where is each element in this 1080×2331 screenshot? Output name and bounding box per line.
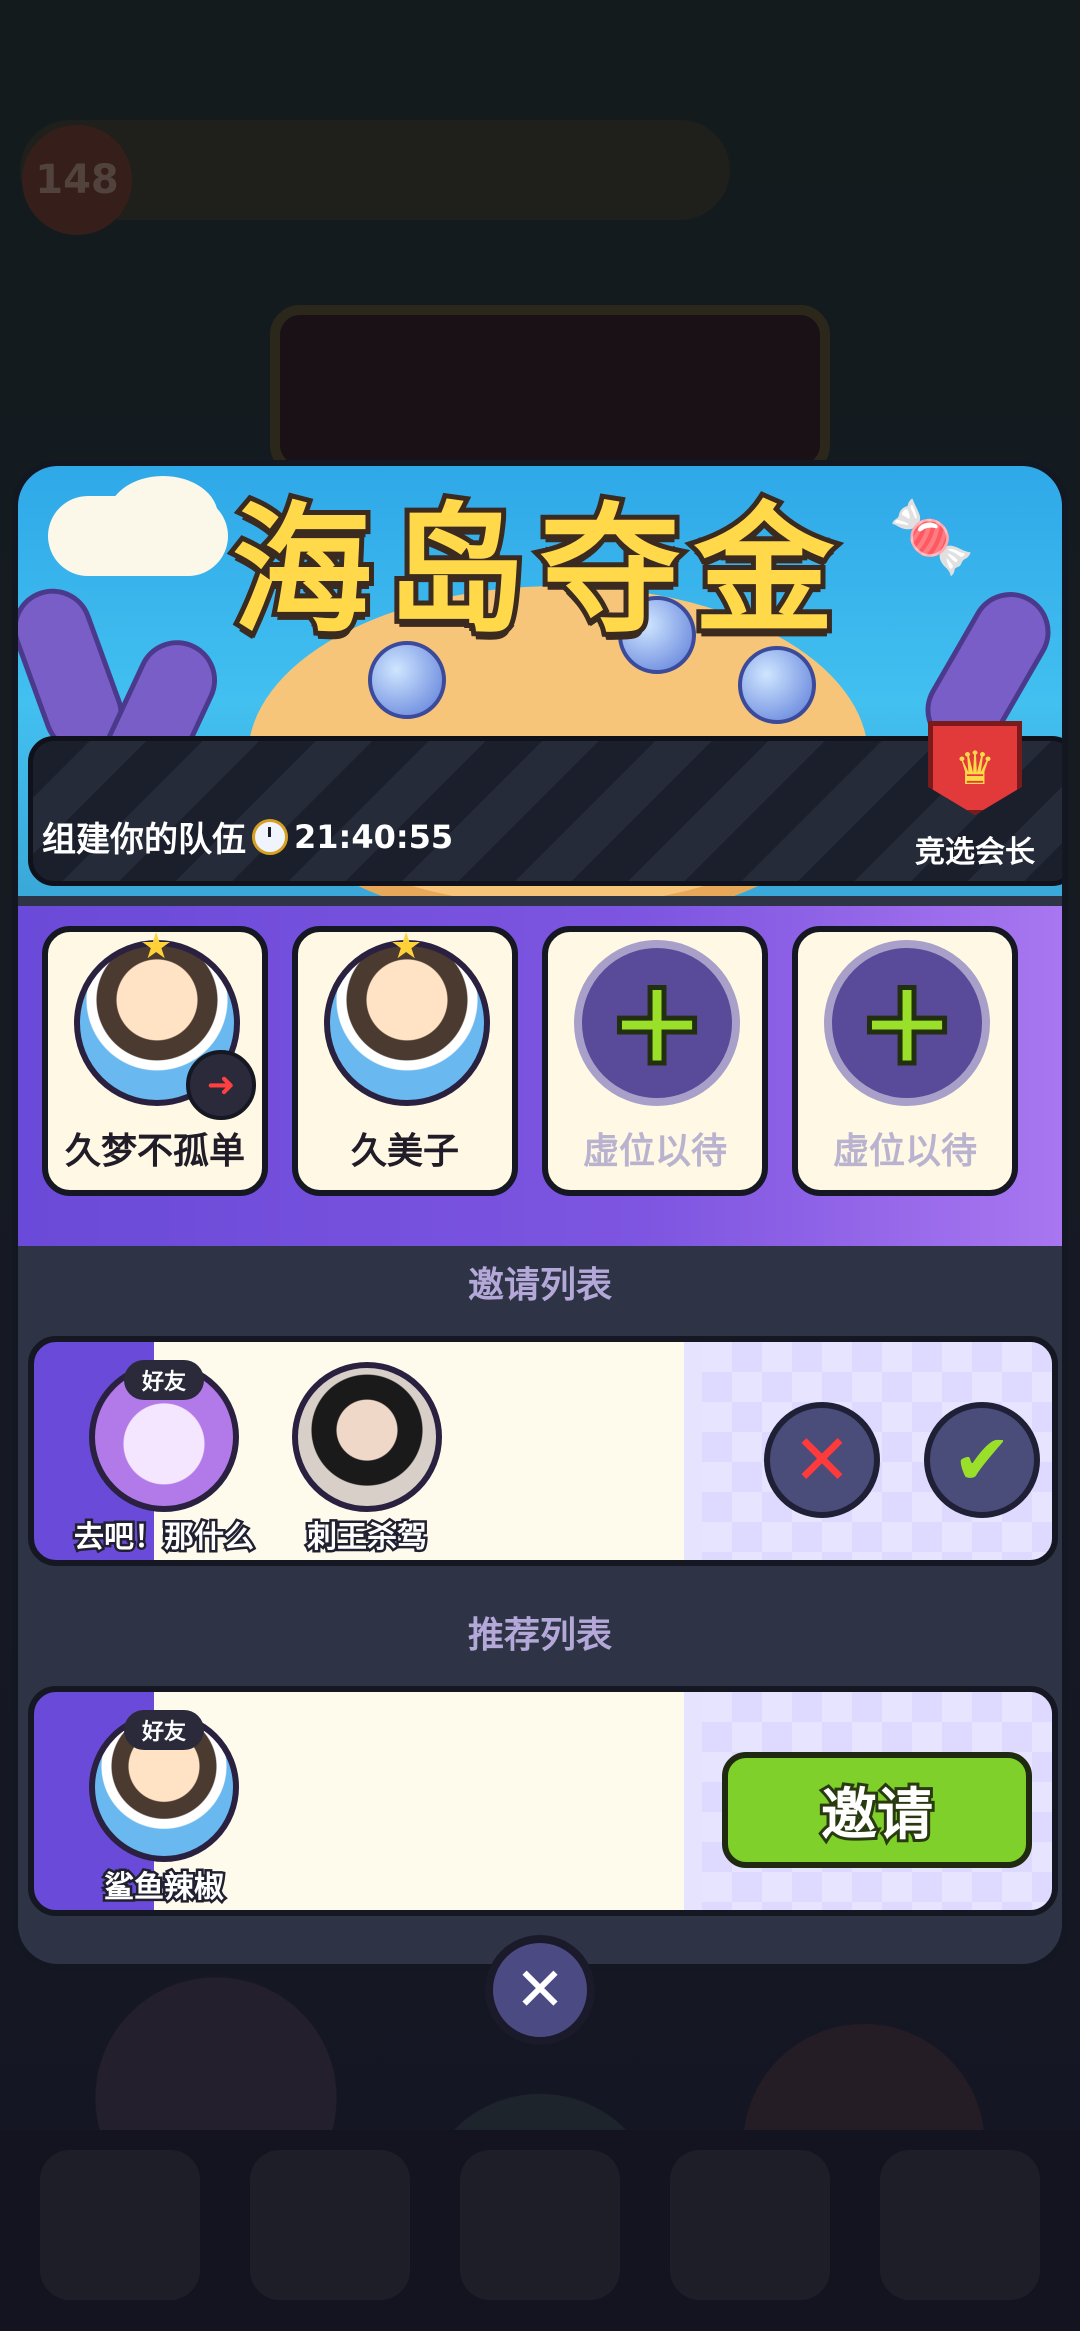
team-slots: ★ ➜ 久梦不孤单 ★ 久美子 + 虚位以待 + 虚位以待 [18, 906, 1062, 1246]
player-name: 鲨鱼辣椒 [102, 1868, 227, 1908]
team-slot-2[interactable]: ★ 久美子 [292, 926, 518, 1196]
invite-list-title: 邀请列表 [467, 1265, 612, 1306]
team-slot-1[interactable]: ★ ➜ 久梦不孤单 [42, 926, 268, 1196]
avatar[interactable] [292, 1362, 442, 1512]
team-modal: 🍬 海岛夺金 组建你的队伍 21:40:55 ♛ 竞选会长 ★ ➜ 久梦不孤单 … [12, 460, 1068, 1970]
recommend-card: 好友 鲨鱼辣椒 邀请 [28, 1686, 1058, 1916]
accept-button[interactable]: ✔ [924, 1402, 1040, 1518]
reject-button[interactable]: ✕ [764, 1402, 880, 1518]
team-slot-4[interactable]: + 虚位以待 [792, 926, 1018, 1196]
countdown-timer: 21:40:55 [294, 817, 454, 856]
event-title: 海岛夺金 [227, 484, 848, 658]
friend-tag: 好友 [124, 1710, 204, 1750]
slot-name: 虚位以待 [832, 1131, 977, 1172]
star-icon: ★ [390, 926, 423, 967]
leave-team-icon[interactable]: ➜ [186, 1050, 256, 1120]
team-header: 组建你的队伍 21:40:55 [42, 812, 453, 861]
star-icon: ★ [140, 926, 173, 967]
player-name: 去吧！那什么 [72, 1518, 257, 1558]
friend-tag: 好友 [124, 1360, 204, 1400]
team-label: 组建你的队伍 [42, 820, 246, 860]
plus-icon: + [824, 940, 990, 1106]
x-icon: ✕ [792, 1419, 852, 1501]
leader-label: 竞选会长 [915, 835, 1035, 870]
player-name: 刺王杀驾 [305, 1518, 430, 1558]
invite-button[interactable]: 邀请 [722, 1752, 1032, 1868]
run-for-leader-button[interactable]: ♛ 竞选会长 [900, 721, 1050, 881]
crown-shield-icon: ♛ [928, 721, 1022, 815]
clock-icon [252, 818, 288, 855]
plus-icon: + [574, 940, 740, 1106]
check-icon: ✔ [952, 1419, 1012, 1501]
team-slot-3[interactable]: + 虚位以待 [542, 926, 768, 1196]
recommend-list-title: 推荐列表 [467, 1615, 612, 1656]
slot-name: 久梦不孤单 [64, 1131, 245, 1172]
slot-name: 久美子 [350, 1131, 459, 1172]
close-button[interactable]: ✕ [485, 1935, 595, 2045]
slot-name: 虚位以待 [582, 1131, 727, 1172]
close-icon: ✕ [514, 1955, 566, 2025]
invite-card: 好友 去吧！那什么 刺王杀驾 ✕ ✔ [28, 1336, 1058, 1566]
